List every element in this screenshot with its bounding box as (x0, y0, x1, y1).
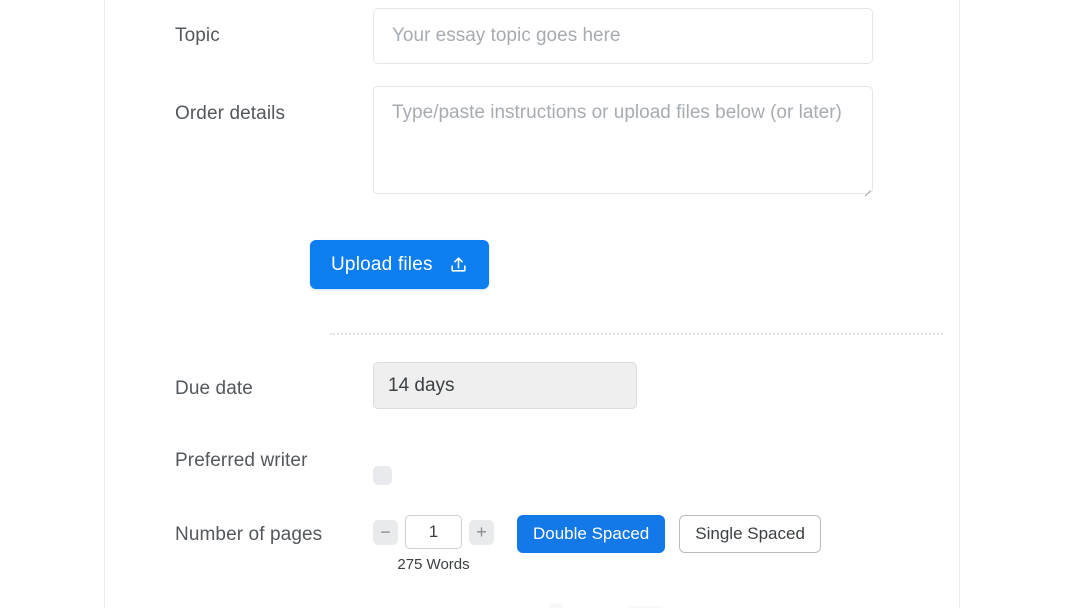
decrement-pages-button[interactable]: − (373, 519, 398, 545)
upload-icon (449, 255, 468, 274)
order-form-card: Topic Order details Upload files (104, 0, 960, 608)
single-spaced-button[interactable]: Single Spaced (679, 515, 821, 553)
order-details-row: Order details (175, 86, 873, 197)
number-of-pages-row: Number of pages − + 275 Words Double Spa… (175, 515, 821, 573)
order-details-label: Order details (175, 103, 286, 124)
pages-stepper: − + 275 Words (373, 515, 494, 573)
order-details-textarea[interactable] (373, 86, 873, 194)
partial-element-left (547, 603, 565, 608)
topic-row: Topic (175, 8, 873, 64)
topic-input[interactable] (373, 8, 873, 64)
upload-files-label: Upload files (331, 253, 433, 275)
due-date-value: 14 days (388, 374, 455, 396)
topic-label: Topic (175, 25, 220, 46)
section-divider (330, 333, 943, 335)
words-count-note: 275 Words (397, 556, 470, 573)
preferred-writer-row: Preferred writer (175, 448, 392, 485)
preferred-writer-checkbox[interactable] (373, 466, 392, 485)
pages-controls: − + 275 Words Double Spaced Single Space… (373, 515, 821, 573)
number-of-pages-label: Number of pages (175, 524, 323, 545)
due-date-select[interactable]: 14 days (373, 362, 637, 409)
due-date-label: Due date (175, 378, 253, 399)
preferred-writer-label: Preferred writer (175, 450, 308, 471)
order-form-page: Topic Order details Upload files (0, 0, 1080, 608)
pages-stepper-line: − + (373, 515, 494, 549)
due-date-row: Due date 14 days (175, 362, 637, 409)
upload-files-button[interactable]: Upload files (310, 240, 489, 289)
pages-quantity-input[interactable] (405, 515, 462, 549)
double-spaced-button[interactable]: Double Spaced (517, 515, 666, 553)
increment-pages-button[interactable]: + (469, 519, 494, 545)
order-details-wrap (373, 86, 873, 197)
cut-off-content-below (105, 602, 959, 608)
